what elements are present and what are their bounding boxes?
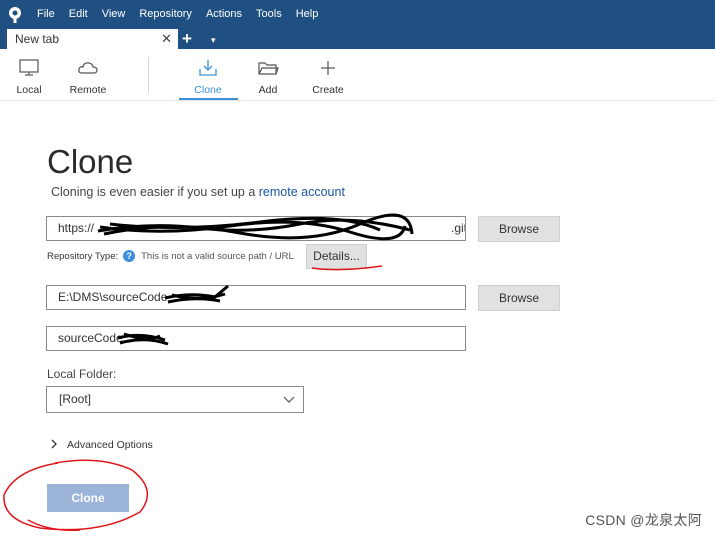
tab-new-tab[interactable]: New tab ✕ <box>7 29 178 49</box>
active-tab-indicator <box>179 98 238 100</box>
download-icon <box>180 57 236 79</box>
source-url-suffix: .git <box>451 221 466 235</box>
page-title: Clone <box>47 143 134 180</box>
invalid-source-message: This is not a valid source path / URL <box>141 250 294 262</box>
remote-account-link[interactable]: remote account <box>259 185 345 199</box>
browse-destination-button[interactable]: Browse <box>478 285 560 311</box>
plus-icon <box>300 57 356 79</box>
toolbar-add-label: Add <box>258 84 278 96</box>
cloud-icon <box>60 57 116 79</box>
toolbar-clone-label: Clone <box>194 84 222 96</box>
chevron-down-icon <box>282 388 296 419</box>
toolbar-create-label: Create <box>312 84 344 96</box>
menu-actions[interactable]: Actions <box>199 0 249 29</box>
toolbar-remote-label: Remote <box>69 84 107 96</box>
folder-icon <box>240 57 296 79</box>
toolbar-create-button[interactable]: Create <box>300 57 356 96</box>
local-folder-label: Local Folder: <box>47 367 117 381</box>
browse-source-button[interactable]: Browse <box>478 216 560 242</box>
toolbar-local-button[interactable]: Local <box>1 57 57 96</box>
source-url-prefix: https:// <box>58 221 95 235</box>
toolbar-remote-button[interactable]: Remote <box>60 57 116 96</box>
source-url-input[interactable]: https:// .git <box>46 216 466 241</box>
tab-dropdown-icon[interactable]: ▾ <box>211 32 216 48</box>
close-tab-icon[interactable]: ✕ <box>161 31 172 47</box>
menu-edit[interactable]: Edit <box>62 0 95 29</box>
help-icon[interactable]: ? <box>123 250 136 262</box>
destination-path-input[interactable]: E:\DMS\sourceCode <box>46 285 466 310</box>
toolbar-clone-button[interactable]: Clone <box>180 57 236 96</box>
clone-button[interactable]: Clone <box>47 484 129 512</box>
local-folder-value: [Root] <box>59 392 92 406</box>
toolbar: Local Remote Clone Add Create <box>0 49 715 101</box>
repository-name-input[interactable]: sourceCode <box>46 326 466 351</box>
menu-help[interactable]: Help <box>289 0 326 29</box>
page-subtitle: Cloning is even easier if you set up a r… <box>51 185 345 199</box>
menu-file[interactable]: File <box>30 0 62 29</box>
advanced-options-label: Advanced Options <box>67 439 153 451</box>
menu-repository[interactable]: Repository <box>132 0 199 29</box>
advanced-options-toggle[interactable]: Advanced Options <box>50 439 153 451</box>
menu-tools[interactable]: Tools <box>249 0 289 29</box>
menu-view[interactable]: View <box>95 0 133 29</box>
monitor-icon <box>1 57 57 79</box>
tab-bar: New tab ✕ + ▾ <box>0 29 715 49</box>
details-button[interactable]: Details... <box>306 244 367 269</box>
toolbar-local-label: Local <box>16 84 42 96</box>
toolbar-add-button[interactable]: Add <box>240 57 296 96</box>
sourcetree-window: File Edit View Repository Actions Tools … <box>0 0 715 537</box>
sourcetree-logo-icon <box>0 0 30 29</box>
watermark: CSDN @龙泉太阿 <box>585 512 702 528</box>
add-tab-icon[interactable]: + <box>182 30 192 48</box>
repository-type-label: Repository Type: <box>47 250 119 262</box>
local-folder-select[interactable]: [Root] <box>46 386 304 413</box>
toolbar-separator <box>148 57 149 93</box>
subtitle-text: Cloning is even easier if you set up a <box>51 185 259 199</box>
tab-label: New tab <box>15 32 60 46</box>
repository-type-row: Repository Type: ? This is not a valid s… <box>47 250 294 262</box>
menu-bar: File Edit View Repository Actions Tools … <box>0 0 715 29</box>
chevron-right-icon <box>50 439 58 451</box>
